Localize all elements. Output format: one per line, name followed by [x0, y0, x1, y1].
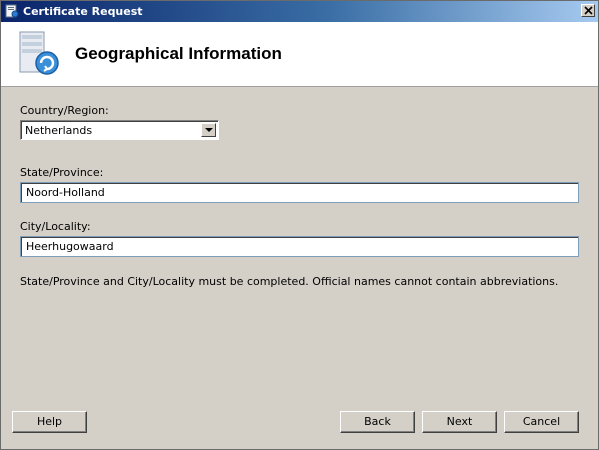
info-text: State/Province and City/Locality must be… — [20, 275, 559, 288]
certificate-icon — [5, 4, 19, 18]
chevron-down-icon — [205, 128, 213, 132]
country-label: Country/Region: — [20, 104, 109, 117]
back-button[interactable]: Back — [340, 411, 415, 433]
close-button[interactable] — [581, 4, 595, 17]
country-value: Netherlands — [25, 124, 93, 137]
page-title: Geographical Information — [75, 44, 282, 63]
window-title: Certificate Request — [23, 5, 143, 18]
country-select[interactable]: Netherlands — [20, 120, 219, 140]
wizard-header: Geographical Information — [1, 22, 598, 87]
state-label: State/Province: — [20, 166, 104, 179]
title-bar[interactable]: Certificate Request — [1, 1, 598, 22]
dropdown-button[interactable] — [201, 123, 216, 137]
next-button[interactable]: Next — [422, 411, 497, 433]
certificate-server-icon — [19, 30, 63, 78]
city-label: City/Locality: — [20, 220, 91, 233]
close-icon — [584, 6, 593, 15]
state-input[interactable]: Noord-Holland — [20, 182, 579, 203]
city-input[interactable]: Heerhugowaard — [20, 236, 579, 257]
help-button[interactable]: Help — [12, 411, 87, 433]
certificate-request-dialog: Certificate Request Geographical Informa… — [0, 0, 599, 450]
cancel-button[interactable]: Cancel — [504, 411, 579, 433]
